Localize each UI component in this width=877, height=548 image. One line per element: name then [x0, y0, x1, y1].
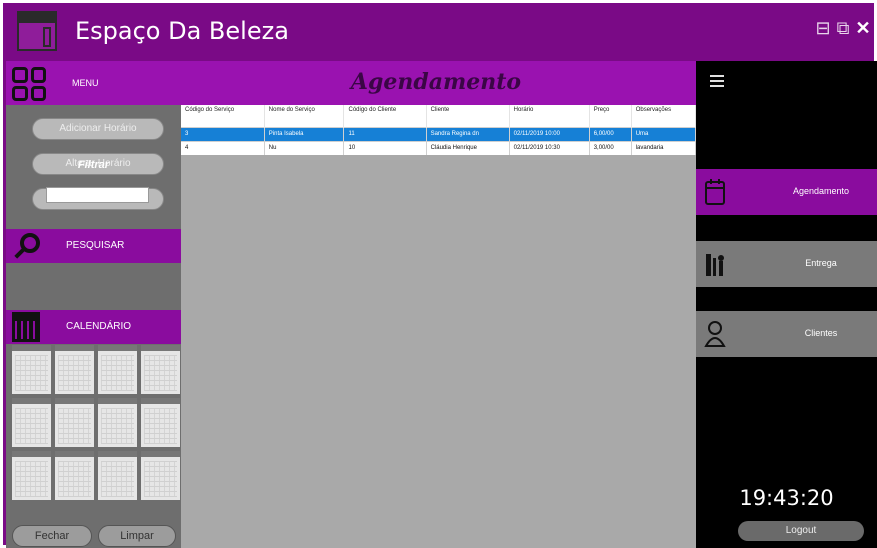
nav-label: Agendamento — [792, 186, 850, 196]
nav-item-entrega[interactable]: Entrega — [696, 241, 877, 287]
tools-icon — [706, 254, 724, 276]
calendar-month[interactable] — [12, 345, 51, 394]
calendar-month[interactable] — [12, 451, 51, 500]
column-header[interactable]: Código do Cliente — [343, 105, 427, 127]
clock: 19:43:20 — [739, 486, 834, 510]
add-schedule-button[interactable]: Adicionar Horário — [32, 118, 164, 140]
calendar-month[interactable] — [98, 398, 137, 447]
restore-icon[interactable]: ⧉ — [834, 17, 852, 39]
column-header[interactable]: Cliente — [426, 105, 510, 127]
app-window: Espaço Da Beleza ⊟ ⧉ ✕ MENU Agendamento … — [0, 0, 877, 548]
minimize-icon[interactable]: ⊟ — [814, 17, 832, 39]
table-cell: Pinta Isabela — [264, 126, 345, 141]
schedule-grid-area: Código do Serviço Nome do Serviço Código… — [181, 105, 697, 548]
table-cell: 3,00/00 — [589, 140, 632, 155]
filter-input[interactable] — [46, 187, 149, 203]
search-icon — [12, 231, 42, 261]
window-controls: ⊟ ⧉ ✕ — [814, 17, 872, 39]
table-cell: 10 — [343, 140, 427, 155]
table-cell: Sandra Regina dn — [426, 126, 510, 141]
table-cell: 6,00/00 — [589, 126, 632, 141]
calendar-month[interactable] — [12, 398, 51, 447]
calendar-month[interactable] — [141, 451, 180, 500]
table-cell: 02/11/2019 10:00 — [509, 126, 590, 141]
schedule-table[interactable]: Código do Serviço Nome do Serviço Código… — [181, 105, 697, 155]
calendar-month[interactable] — [98, 451, 137, 500]
column-header[interactable]: Código do Serviço — [181, 105, 265, 127]
table-cell: Cláudia Henrique — [426, 140, 510, 155]
calendar-month[interactable] — [55, 398, 94, 447]
calendar-month[interactable] — [55, 345, 94, 394]
client-icon — [704, 321, 726, 347]
table-cell: 11 — [343, 126, 427, 141]
calendar-month[interactable] — [141, 398, 180, 447]
table-cell: Uma — [631, 126, 697, 141]
table-row[interactable]: 4 Nu 10 Cláudia Henrique 02/11/2019 10:3… — [181, 140, 697, 155]
left-panel: Adicionar Horário Alterar Horário Exclui… — [6, 105, 181, 548]
title-bar: Espaço Da Beleza ⊟ ⧉ ✕ — [3, 3, 874, 58]
app-icon — [17, 11, 57, 51]
table-cell: 3 — [181, 126, 265, 141]
search-section[interactable]: PESQUISAR — [6, 229, 181, 263]
nav-label: Entrega — [805, 258, 837, 268]
close-icon[interactable]: ✕ — [854, 17, 872, 39]
table-cell: 4 — [181, 140, 265, 155]
table-row[interactable]: 3 Pinta Isabela 11 Sandra Regina dn 02/1… — [181, 126, 697, 141]
table-cell: 02/11/2019 10:30 — [509, 140, 590, 155]
hamburger-menu-icon[interactable] — [710, 75, 724, 87]
table-header-row: Código do Serviço Nome do Serviço Código… — [181, 105, 697, 127]
nav-item-clientes[interactable]: Clientes — [696, 311, 877, 357]
nav-item-agendamento[interactable]: Agendamento — [696, 169, 877, 215]
calendar-month[interactable] — [55, 451, 94, 500]
logout-button[interactable]: Logout — [738, 521, 864, 541]
table-cell: Nu — [264, 140, 345, 155]
column-header[interactable]: Preço — [589, 105, 632, 127]
column-header[interactable]: Observações — [631, 105, 697, 127]
app-title: Espaço Da Beleza — [75, 17, 289, 45]
header-strip: MENU Agendamento — [6, 61, 696, 105]
right-panel: Agendamento Entrega Clientes 19:43:20 Lo… — [696, 61, 877, 548]
clear-button[interactable]: Limpar — [98, 525, 176, 547]
calendar-label: CALENDÁRIO — [66, 321, 132, 332]
calendar-section[interactable]: CALENDÁRIO — [6, 310, 181, 344]
column-header[interactable]: Nome do Serviço — [264, 105, 345, 127]
calendar-icon — [705, 179, 725, 205]
table-cell: lavandaria — [631, 140, 697, 155]
calendar-month[interactable] — [98, 345, 137, 394]
filter-label: Filtrar — [77, 159, 110, 171]
calendar-month[interactable] — [141, 345, 180, 394]
search-label: PESQUISAR — [66, 240, 125, 251]
page-title: Agendamento — [350, 69, 522, 95]
close-button[interactable]: Fechar — [12, 525, 92, 547]
column-header[interactable]: Horário — [509, 105, 590, 127]
nav-label: Clientes — [804, 328, 838, 338]
calendar-icon — [12, 312, 40, 342]
calendar-widget[interactable] — [12, 345, 180, 500]
